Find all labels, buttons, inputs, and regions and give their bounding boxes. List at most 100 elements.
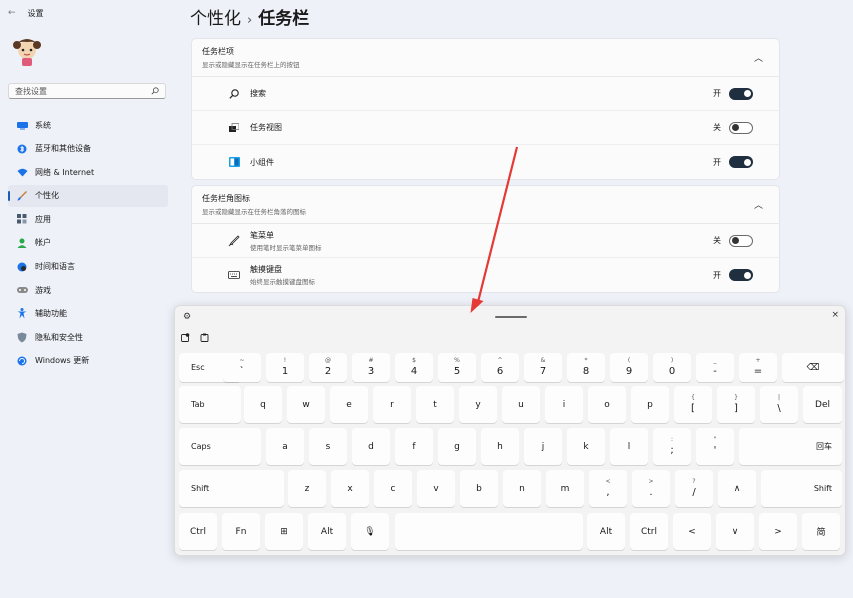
key-q[interactable]: q — [244, 386, 282, 423]
microphone-key[interactable]: 🎙 — [351, 513, 389, 550]
chevron-up-icon[interactable]: ︿ — [754, 51, 763, 64]
sidebar-item-personalization[interactable]: 个性化 — [8, 184, 168, 207]
key-w[interactable]: w — [287, 386, 325, 423]
sidebar-item-privacy[interactable]: 隐私和安全性 — [8, 326, 168, 348]
key-i[interactable]: i — [545, 386, 583, 423]
close-icon[interactable]: × — [831, 310, 839, 320]
key-l[interactable]: l — [610, 428, 648, 465]
back-button[interactable]: ← — [8, 8, 16, 18]
sidebar-item-accessibility[interactable]: 辅助功能 — [8, 303, 168, 325]
sidebar-item-accounts[interactable]: 帐户 — [8, 232, 168, 254]
key-space[interactable] — [395, 513, 583, 550]
key-k[interactable]: k — [567, 428, 605, 465]
sidebar-item-gaming[interactable]: 游戏 — [8, 279, 168, 301]
key-'[interactable]: " ' — [696, 428, 734, 465]
key-fn[interactable]: Fn — [222, 513, 260, 550]
key-`[interactable]: ~ ` — [223, 353, 261, 382]
ime-mode-key[interactable]: 简 — [802, 513, 840, 550]
key-v[interactable]: v — [417, 470, 455, 507]
key-s[interactable]: s — [309, 428, 347, 465]
search-toggle[interactable] — [729, 87, 753, 100]
key-o[interactable]: o — [588, 386, 626, 423]
user-avatar[interactable] — [10, 36, 44, 68]
key-label: Ctrl — [189, 526, 206, 537]
key-r[interactable]: r — [373, 386, 411, 423]
key-6[interactable]: ^ 6 — [481, 353, 519, 382]
arrow-up-key[interactable]: ∧ — [718, 470, 756, 507]
key-f[interactable]: f — [395, 428, 433, 465]
key-回车[interactable]: 回车 — [739, 428, 842, 465]
touch-keyboard-toggle[interactable] — [729, 269, 753, 281]
chevron-up-icon[interactable]: ︿ — [754, 198, 763, 211]
key-8[interactable]: * 8 — [567, 353, 605, 382]
key-.[interactable]: >. — [632, 470, 670, 507]
drag-handle[interactable] — [495, 316, 527, 318]
sidebar-item-bluetooth[interactable]: 蓝牙和其他设备 — [8, 138, 168, 160]
key-shift[interactable]: Shift — [179, 470, 284, 507]
key-5[interactable]: % 5 — [438, 353, 476, 382]
sidebar-item-system[interactable]: 系统 — [8, 114, 168, 136]
sidebar-item-time-language[interactable]: 时间和语言 — [8, 256, 168, 278]
key-n[interactable]: n — [503, 470, 541, 507]
taskbar-items-header[interactable]: 任务栏项 显示或隐藏显示在任务栏上的按钮 ︿ — [192, 39, 779, 77]
key-4[interactable]: $4 — [395, 353, 433, 382]
clipboard-icon[interactable] — [200, 333, 209, 344]
key-9[interactable]: (9 — [610, 353, 648, 382]
windows-key[interactable]: ⊞ — [265, 513, 303, 550]
widgets-toggle[interactable] — [729, 156, 753, 168]
key-2[interactable]: @2 — [309, 353, 347, 382]
key-3[interactable]: #3 — [352, 353, 390, 382]
task-view-toggle[interactable] — [729, 121, 753, 134]
key-caps[interactable]: Caps — [179, 428, 261, 465]
key-u[interactable]: u — [502, 386, 540, 423]
key-alt[interactable]: Alt — [587, 513, 625, 550]
breadcrumb-parent[interactable]: 个性化 — [190, 9, 241, 29]
key-;[interactable]: :; — [653, 428, 691, 465]
corner-icons-header[interactable]: 任务栏角图标 显示或隐藏显示在任务栏角落的图标 ︿ — [192, 186, 779, 224]
key-y[interactable]: y — [459, 386, 497, 423]
key-p[interactable]: p — [631, 386, 669, 423]
key-shift[interactable]: Shift — [761, 470, 842, 507]
key-0[interactable]: ) 0 — [653, 353, 691, 382]
key-j[interactable]: j — [524, 428, 562, 465]
key-alt[interactable]: Alt — [308, 513, 346, 550]
key-label: 回车 — [816, 442, 832, 451]
key-=[interactable]: + = — [739, 353, 777, 382]
key-a[interactable]: a — [266, 428, 304, 465]
key-del[interactable]: Del — [803, 386, 842, 423]
key-x[interactable]: x — [331, 470, 369, 507]
key-b[interactable]: b — [460, 470, 498, 507]
key-ctrl[interactable]: Ctrl — [630, 513, 668, 550]
key-7[interactable]: & 7 — [524, 353, 562, 382]
sidebar-item-apps[interactable]: 应用 — [8, 208, 168, 230]
key-ctrl[interactable]: Ctrl — [179, 513, 217, 550]
backspace-key[interactable]: ⌫ — [782, 353, 844, 382]
key-m[interactable]: m — [546, 470, 584, 507]
key-h[interactable]: h — [481, 428, 519, 465]
key-,[interactable]: <, — [589, 470, 627, 507]
emoji-panel-icon[interactable] — [181, 333, 190, 344]
sidebar-item-windows-update[interactable]: Windows 更新 — [8, 350, 168, 372]
key-tab[interactable]: Tab — [179, 386, 241, 423]
key-[[interactable]: {[ — [674, 386, 712, 423]
key-\[interactable]: | \ — [760, 386, 798, 423]
key-shift-label: * — [584, 357, 588, 364]
arrow-right-key[interactable]: > — [759, 513, 797, 550]
key-d[interactable]: d — [352, 428, 390, 465]
key-g[interactable]: g — [438, 428, 476, 465]
pen-menu-toggle[interactable] — [729, 234, 753, 247]
arrow-down-key[interactable]: ∨ — [716, 513, 754, 550]
key-][interactable]: }] — [717, 386, 755, 423]
key-t[interactable]: t — [416, 386, 454, 423]
key--[interactable]: _ - — [696, 353, 734, 382]
settings-search-input[interactable]: 查找设置 — [8, 83, 166, 99]
key-e[interactable]: e — [330, 386, 368, 423]
key-1[interactable]: ! 1 — [266, 353, 304, 382]
key-c[interactable]: c — [374, 470, 412, 507]
sidebar-item-network[interactable]: 网络 & Internet — [8, 161, 168, 183]
gear-icon[interactable]: ⚙ — [183, 312, 191, 322]
key-z[interactable]: z — [288, 470, 326, 507]
sidebar-item-label: 隐私和安全性 — [35, 332, 83, 342]
arrow-left-key[interactable]: < — [673, 513, 711, 550]
key-/[interactable]: ? / — [675, 470, 713, 507]
